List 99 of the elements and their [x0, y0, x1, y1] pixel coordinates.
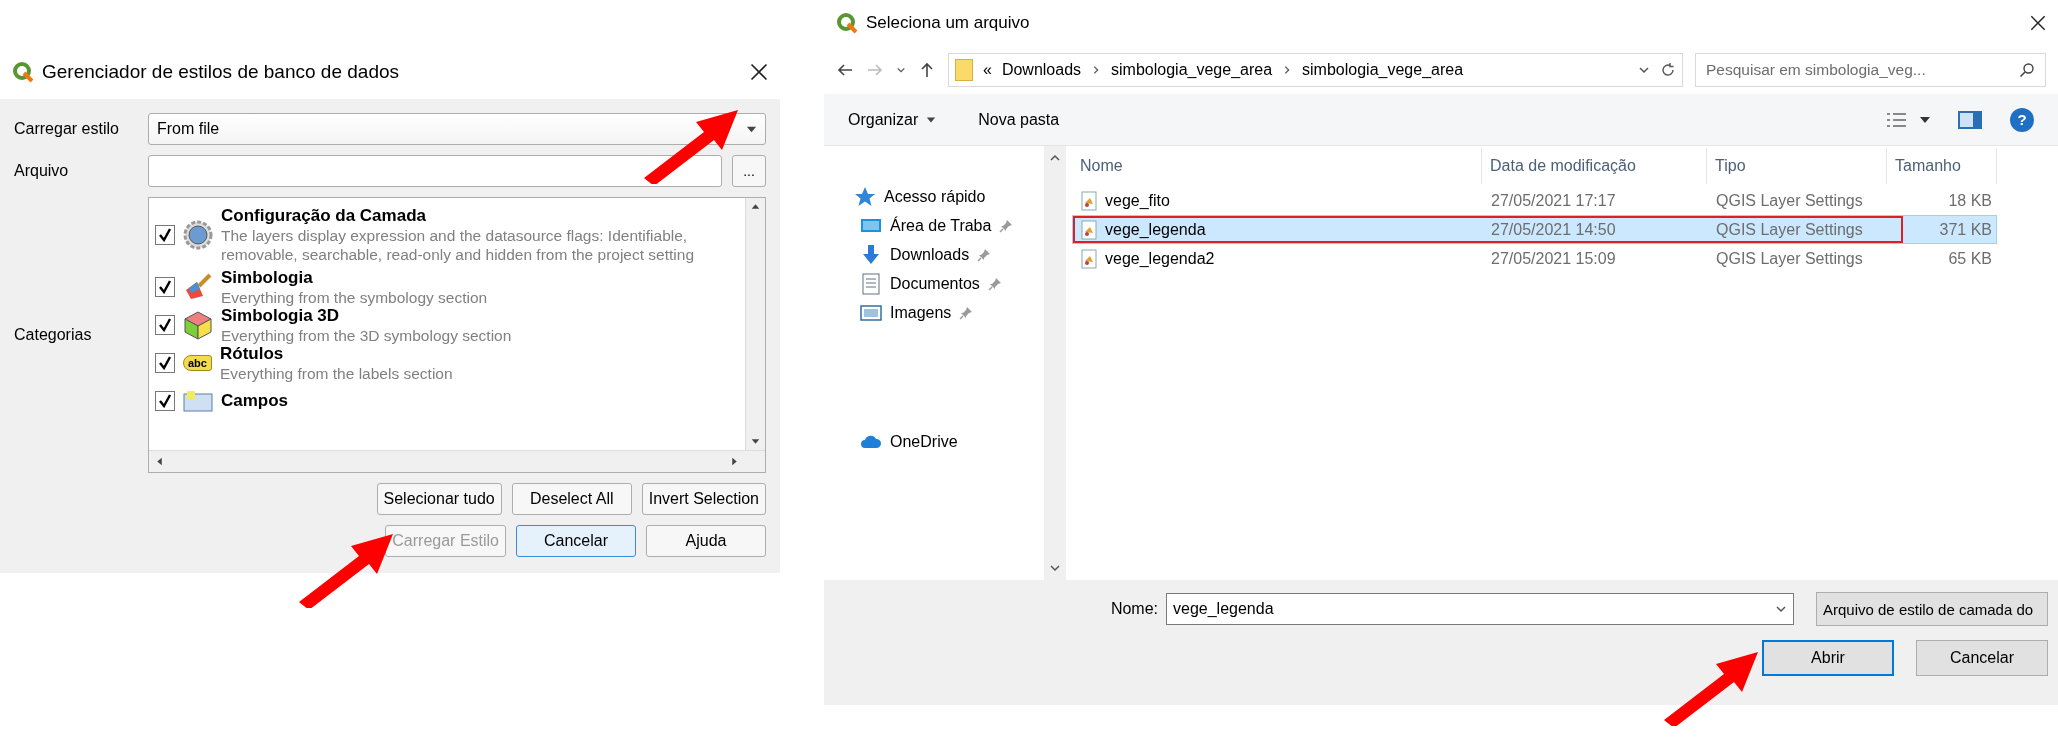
help-icon[interactable]: ?: [2010, 107, 2034, 132]
field-label: Arquivo: [14, 162, 70, 180]
file-name: vege_fito: [1105, 191, 1170, 210]
scroll-left-icon[interactable]: [155, 457, 164, 466]
view-options-icon[interactable]: [1886, 111, 1930, 128]
window-title: Seleciona um arquivo: [866, 13, 1031, 33]
sidebar-item[interactable]: Acesso rápido: [824, 182, 1044, 211]
chevron-down-icon[interactable]: [896, 65, 906, 75]
file-name: vege_legenda2: [1105, 249, 1215, 268]
checkbox[interactable]: [155, 353, 175, 373]
category-name: Simbologia: [221, 267, 314, 288]
sidebar-item[interactable]: Imagens: [824, 298, 1044, 327]
chevron-down-icon[interactable]: [1775, 603, 1787, 615]
dialog-button[interactable]: Abrir: [1762, 640, 1894, 676]
file-row[interactable]: vege_legenda 27/05/2021 14:50 QGIS Layer Settings 371 KB: [1072, 215, 1997, 244]
column-header[interactable]: Tamanho: [1887, 148, 1997, 184]
dialog-button[interactable]: Ajuda: [646, 525, 766, 557]
table-cell-text: QGIS Layer Settings: [1715, 249, 1864, 268]
refresh-icon[interactable]: [1660, 62, 1676, 78]
address-bar[interactable]: « Downloads simbologia_vege_area simbologia_vege_area: [948, 53, 1683, 87]
breadcrumb[interactable]: simbologia_vege_area: [1302, 61, 1464, 79]
column-header[interactable]: Data de modificação: [1482, 148, 1707, 184]
field-label: Categorias: [14, 326, 93, 344]
column-header[interactable]: Nome: [1072, 148, 1482, 184]
scroll-down-icon[interactable]: [1049, 562, 1061, 574]
scroll-up-icon[interactable]: [751, 202, 760, 211]
field-label: Carregar estilo: [14, 120, 120, 138]
category-description: The layers display expression and the datasource flags: Identifiable, removable, searchable, read-only and hidden from the project setting: [221, 226, 696, 264]
table-cell-text: 371 KB: [1938, 220, 1993, 239]
sidebar-item[interactable]: Área de Traba: [824, 211, 1044, 240]
search-field[interactable]: Pesquisar em simbologia_veg...: [1695, 53, 2046, 87]
preview-pane-icon[interactable]: [1958, 110, 1982, 129]
file-icon: [1081, 219, 1097, 240]
star-icon: [854, 185, 876, 208]
check-mark-icon: [158, 280, 172, 294]
check-mark-icon: [158, 356, 172, 370]
close-icon[interactable]: [2030, 15, 2046, 31]
select-button[interactable]: Invert Selection: [641, 483, 766, 515]
category-name: Campos: [221, 391, 289, 411]
search-icon: [2019, 62, 2035, 78]
column-header[interactable]: Tipo: [1707, 148, 1887, 184]
sidebar-item[interactable]: Documentos: [824, 269, 1044, 298]
folder-icon: [955, 59, 973, 81]
scroll-right-icon[interactable]: [730, 457, 739, 466]
app-logo: [836, 12, 858, 34]
checkbox[interactable]: [155, 277, 175, 297]
check-mark-icon: [158, 228, 172, 242]
file-type-dropdown[interactable]: Arquivo de estilo de camada do: [1816, 592, 2048, 626]
cube-icon: [183, 310, 213, 340]
file-path-field[interactable]: [148, 155, 722, 187]
check-mark-icon: [158, 394, 172, 408]
file-row[interactable]: vege_fito 27/05/2021 17:17 QGIS Layer Settings 18 KB: [1072, 186, 1997, 215]
document-icon: [860, 272, 882, 295]
category-description: Everything from the 3D symbology section: [221, 325, 513, 345]
path-prefix: «: [983, 61, 992, 79]
close-icon[interactable]: [750, 63, 768, 81]
breadcrumb[interactable]: simbologia_vege_area: [1111, 61, 1273, 79]
window-title: Gerenciador de estilos de banco de dados: [42, 61, 401, 83]
gear-icon: [183, 220, 213, 250]
browse-button[interactable]: ...: [732, 155, 766, 187]
sidebar-item[interactable]: Downloads: [824, 240, 1044, 269]
table-cell-text: QGIS Layer Settings: [1715, 191, 1864, 210]
table-cell-text: 65 KB: [1947, 249, 1993, 268]
category-name: Configuração da Camada: [221, 206, 427, 226]
category-description: Everything from the labels section: [219, 363, 454, 383]
toolbar-button[interactable]: Nova pasta: [978, 110, 1060, 129]
category-description: Everything from the symbology section: [221, 287, 489, 307]
chevron-down-icon[interactable]: [1638, 64, 1650, 76]
table-cell-text: 18 KB: [1947, 191, 1993, 210]
select-button[interactable]: Deselect All: [511, 483, 632, 515]
category-name: Simbologia 3D: [221, 305, 341, 326]
table-cell-text: 27/05/2021 14:50: [1490, 220, 1617, 239]
file-name-field[interactable]: vege_legenda: [1166, 593, 1794, 625]
scroll-down-icon[interactable]: [751, 437, 760, 446]
checkbox[interactable]: [155, 315, 175, 335]
form-icon: [183, 390, 213, 412]
table-cell-text: 27/05/2021 15:09: [1490, 249, 1617, 268]
category-name: Rótulos: [219, 343, 284, 364]
table-cell-text: QGIS Layer Settings: [1715, 220, 1864, 239]
breadcrumb[interactable]: Downloads: [1001, 61, 1082, 79]
checkbox[interactable]: [155, 225, 175, 245]
dialog-button[interactable]: Cancelar: [1916, 640, 2048, 676]
download-icon: [860, 243, 882, 266]
check-mark-icon: [158, 318, 172, 332]
field-label: Nome:: [1110, 600, 1158, 618]
file-name: vege_legenda: [1105, 220, 1206, 239]
file-row[interactable]: vege_legenda2 27/05/2021 15:09 QGIS Layer Settings 65 KB: [1072, 244, 1997, 273]
style-source-dropdown[interactable]: From file: [148, 113, 766, 145]
toolbar-button[interactable]: Organizar: [848, 110, 937, 129]
checkbox[interactable]: [155, 391, 175, 411]
brush-icon: [183, 272, 213, 302]
sidebar-item[interactable]: OneDrive: [824, 427, 1044, 456]
file-icon: [1081, 248, 1097, 269]
select-button[interactable]: Selecionar tudo: [376, 483, 502, 515]
label-icon: abc: [183, 355, 212, 371]
table-cell-text: 27/05/2021 17:17: [1490, 191, 1617, 210]
dialog-button[interactable]: Cancelar: [516, 525, 636, 557]
app-logo: [12, 61, 34, 83]
file-icon: [1081, 190, 1097, 211]
